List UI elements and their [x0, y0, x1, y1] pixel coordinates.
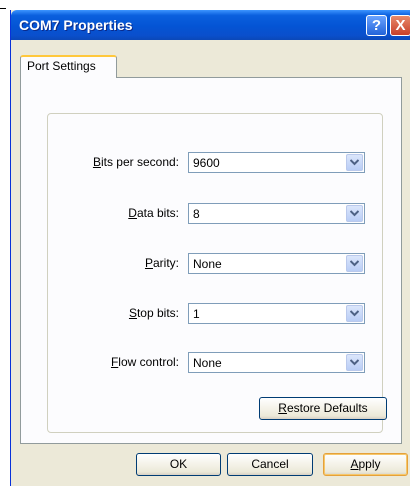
dropdown-arrow[interactable] [346, 354, 363, 371]
parity-value: None [193, 257, 222, 271]
chevron-down-icon [350, 310, 359, 317]
flow-control-select[interactable]: None [188, 352, 365, 373]
flow-control-value: None [193, 356, 222, 370]
flow-control-label: Flow control: [110, 355, 179, 369]
stop-bits-select[interactable]: 1 [188, 303, 365, 324]
tab-port-settings[interactable]: Port Settings [20, 55, 117, 78]
data-bits-value: 8 [193, 207, 200, 221]
stop-bits-label: Stop bits: [128, 306, 179, 320]
dropdown-arrow[interactable] [346, 205, 363, 222]
dropdown-arrow[interactable] [346, 305, 363, 322]
properties-dialog: COM7 Properties ? X Port Settings Bits p… [10, 10, 410, 486]
chevron-down-icon [350, 159, 359, 166]
apply-button[interactable]: Apply [323, 453, 408, 476]
ok-button[interactable]: OK [136, 453, 221, 476]
parity-label: Parity: [144, 256, 179, 270]
stop-bits-value: 1 [193, 307, 200, 321]
restore-defaults-button[interactable]: Restore Defaults [259, 397, 387, 420]
stray-line [0, 8, 6, 9]
dropdown-arrow[interactable] [346, 255, 363, 272]
bits-per-second-select[interactable]: 9600 [188, 152, 365, 173]
chevron-down-icon [350, 210, 359, 217]
port-settings-panel: Bits per second: 9600 Data bits: 8 Parit… [20, 77, 402, 444]
chevron-down-icon [350, 260, 359, 267]
window-title: COM7 Properties [19, 17, 133, 33]
data-bits-select[interactable]: 8 [188, 203, 365, 224]
chevron-down-icon [350, 359, 359, 366]
close-button[interactable]: X [390, 15, 410, 36]
cancel-button[interactable]: Cancel [227, 453, 313, 476]
title-bar[interactable]: COM7 Properties ? X [11, 10, 410, 40]
bits-per-second-value: 9600 [193, 156, 220, 170]
dropdown-arrow[interactable] [346, 154, 363, 171]
parity-select[interactable]: None [188, 253, 365, 274]
help-button[interactable]: ? [366, 15, 387, 36]
data-bits-label: Data bits: [128, 206, 179, 220]
bits-per-second-label: Bits per second: [92, 155, 179, 169]
